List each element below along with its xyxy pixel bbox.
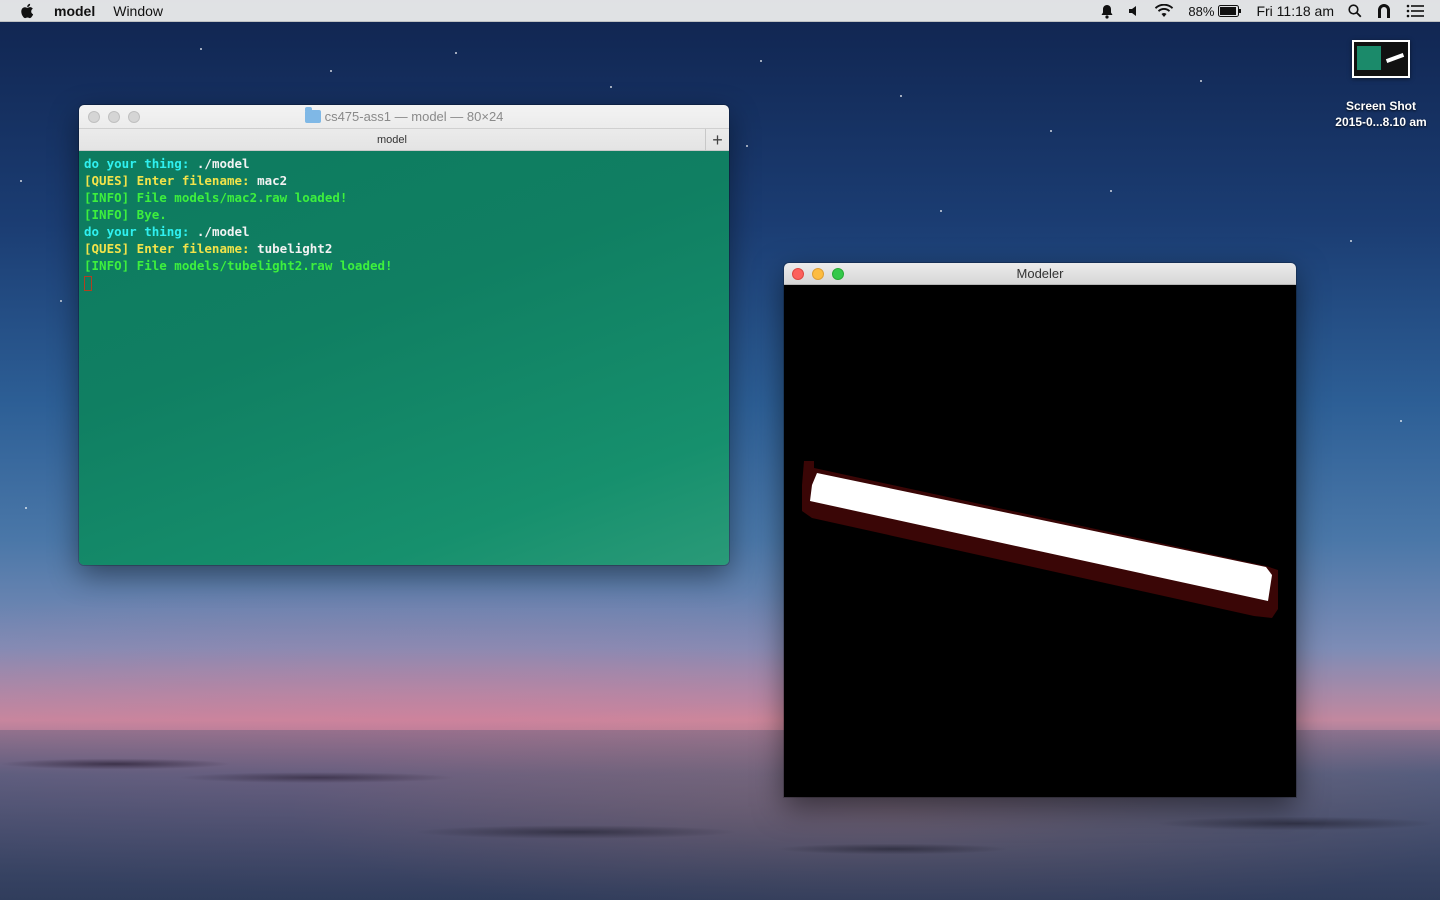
tab-model[interactable]: model	[79, 134, 705, 146]
desktop-icon-label: Screen Shot	[1345, 99, 1417, 113]
terminal-text: mac2	[257, 173, 288, 188]
terminal-titlebar[interactable]: cs475-ass1 — model — 80×24 model +	[79, 105, 729, 151]
notification-center-icon[interactable]	[1406, 4, 1424, 18]
terminal-line: do your thing: ./model	[84, 223, 724, 240]
terminal-line: [INFO] Bye.	[84, 206, 724, 223]
terminal-text: tubelight2	[257, 241, 333, 256]
notification-bell-icon[interactable]	[1100, 4, 1114, 19]
terminal-text: ./model	[196, 156, 250, 171]
terminal-title: cs475-ass1 — model — 80×24	[79, 107, 729, 124]
terminal-text: [INFO] File models/mac2.raw loaded!	[84, 190, 348, 205]
terminal-text: [INFO] File models/tubelight2.raw loaded…	[84, 258, 393, 273]
new-tab-button[interactable]: +	[705, 129, 729, 151]
terminal-text: [QUES] Enter filename:	[84, 241, 258, 256]
terminal-output[interactable]: do your thing: ./model [QUES] Enter filen…	[79, 151, 729, 565]
terminal-text: [QUES] Enter filename:	[84, 173, 258, 188]
terminal-tab-bar: model +	[79, 128, 729, 151]
menu-window[interactable]: Window	[113, 3, 163, 19]
user-account-icon[interactable]	[1376, 3, 1392, 19]
menu-bar: model Window 88% Fri 11:18 am	[0, 0, 1440, 22]
menu-clock[interactable]: Fri 11:18 am	[1256, 3, 1334, 19]
opengl-viewport[interactable]	[784, 285, 1296, 797]
terminal-window[interactable]: cs475-ass1 — model — 80×24 model + do yo…	[79, 105, 729, 565]
wifi-icon[interactable]	[1154, 4, 1174, 18]
terminal-line: [QUES] Enter filename: mac2	[84, 172, 724, 189]
tubelight-model	[802, 461, 1278, 618]
desktop-screenshot-file[interactable]: Screen Shot 2015-0...8.10 am	[1322, 40, 1440, 130]
terminal-text: do your thing:	[84, 156, 197, 171]
terminal-line: [INFO] File models/mac2.raw loaded!	[84, 189, 724, 206]
modeler-titlebar[interactable]: Modeler	[784, 263, 1296, 285]
apple-menu-icon[interactable]	[18, 2, 36, 20]
terminal-line: [QUES] Enter filename: tubelight2	[84, 240, 724, 257]
modeler-window[interactable]: Modeler	[784, 263, 1296, 797]
screenshot-thumbnail	[1352, 40, 1410, 78]
terminal-text: do your thing:	[84, 224, 197, 239]
terminal-line: [INFO] File models/tubelight2.raw loaded…	[84, 257, 724, 274]
app-menu[interactable]: model	[54, 3, 95, 19]
terminal-text: [INFO] Bye.	[84, 207, 167, 222]
modeler-title: Modeler	[1016, 266, 1064, 281]
desktop-icon-sublabel: 2015-0...8.10 am	[1335, 115, 1427, 129]
volume-icon[interactable]	[1128, 5, 1140, 17]
terminal-title-text: cs475-ass1 — model — 80×24	[324, 109, 504, 124]
terminal-line: do your thing: ./model	[84, 155, 724, 172]
battery-icon[interactable]	[1218, 5, 1242, 17]
folder-icon	[304, 107, 321, 123]
terminal-cursor	[84, 276, 92, 291]
terminal-text: ./model	[196, 224, 250, 239]
tubelight-tube	[810, 473, 1272, 601]
battery-percent[interactable]: 88%	[1188, 4, 1214, 19]
spotlight-search-icon[interactable]	[1348, 4, 1362, 18]
